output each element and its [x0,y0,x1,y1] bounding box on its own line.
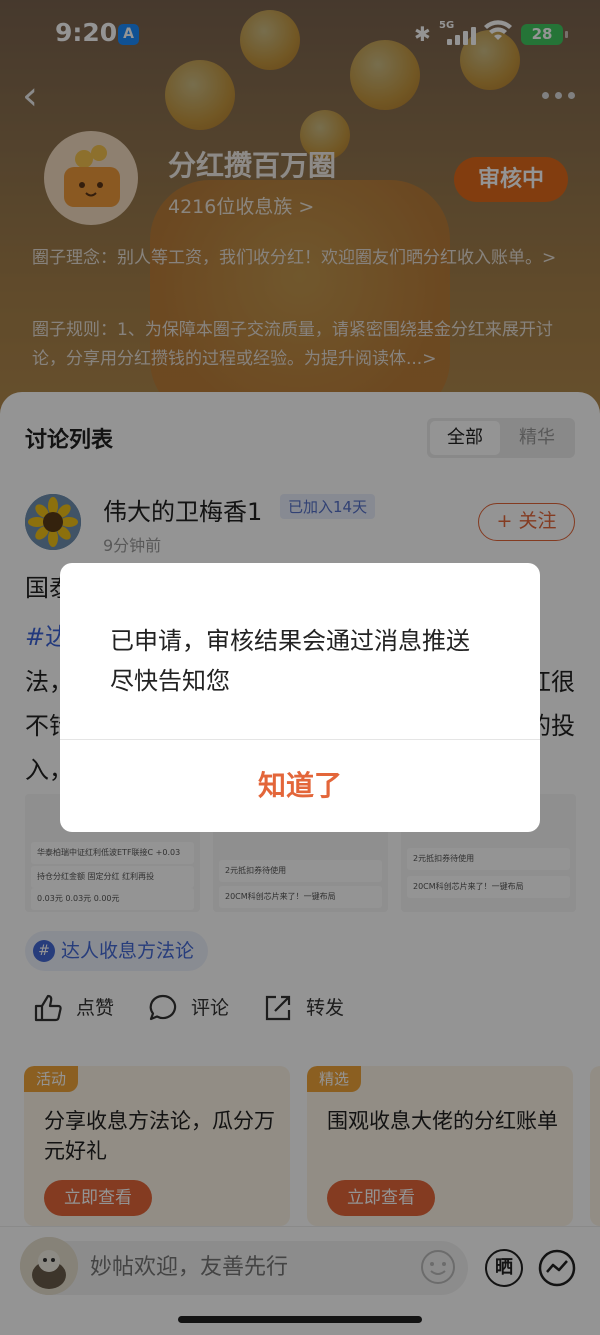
application-dialog: 已申请，审核结果会通过消息推送尽快告知您 知道了 [60,563,540,832]
dialog-confirm-button[interactable]: 知道了 [60,740,540,832]
dialog-message: 已申请，审核结果会通过消息推送尽快告知您 [110,627,470,695]
